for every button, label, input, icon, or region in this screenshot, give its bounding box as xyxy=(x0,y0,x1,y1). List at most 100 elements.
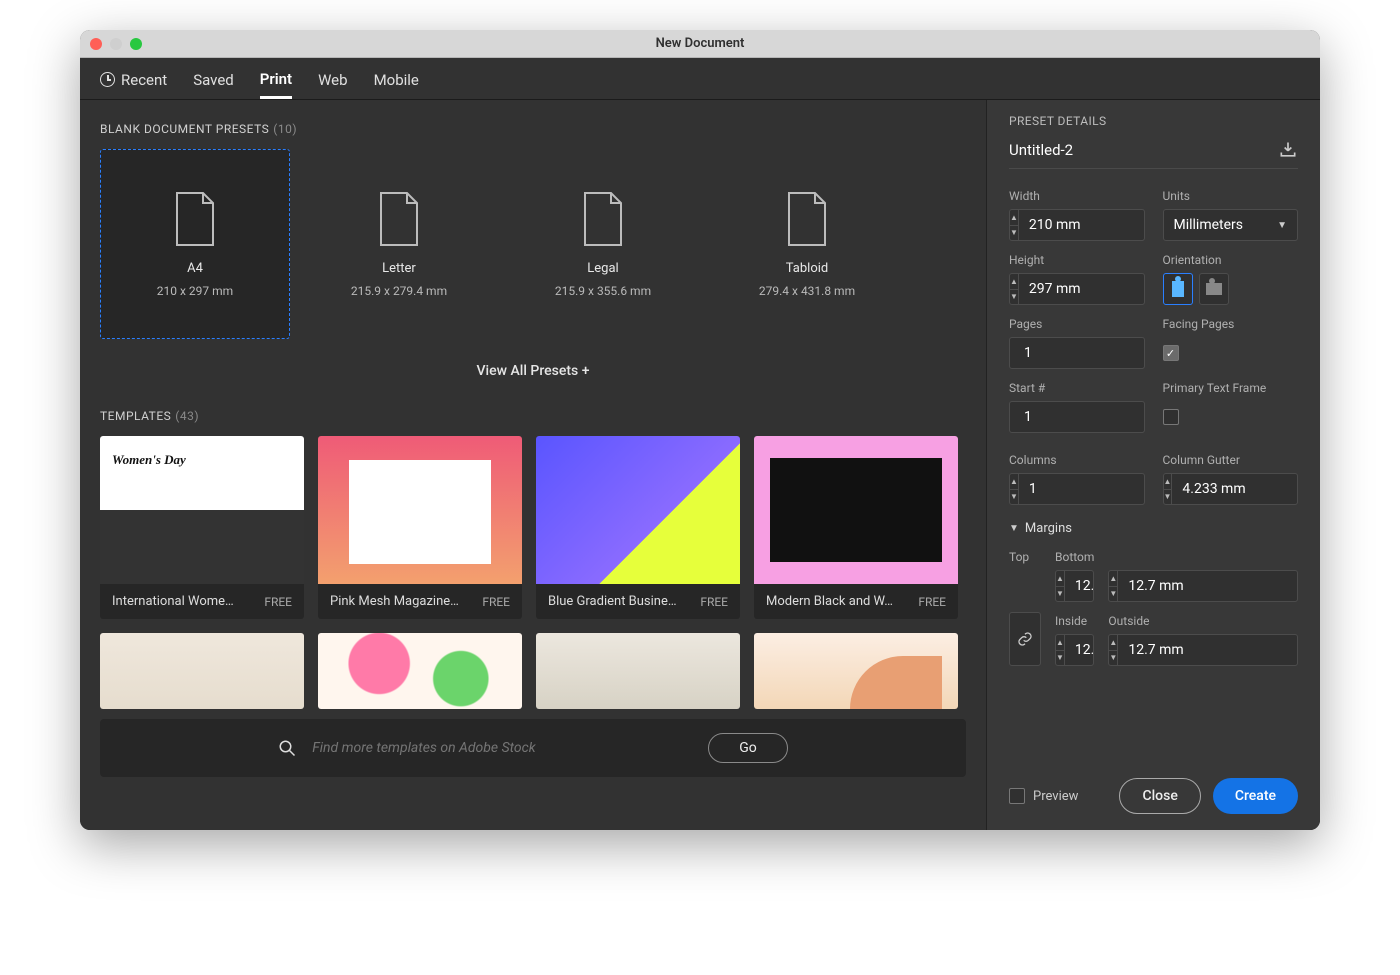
gutter-input[interactable] xyxy=(1172,474,1298,504)
step-down-icon[interactable]: ▼ xyxy=(1010,490,1018,505)
margin-inside-input[interactable] xyxy=(1065,635,1095,665)
step-up-icon[interactable]: ▲ xyxy=(1056,635,1064,651)
template-card[interactable]: Pink Mesh Magazine… FREE xyxy=(318,436,522,619)
link-margins-button[interactable] xyxy=(1009,612,1041,666)
preset-a4[interactable]: A4 210 x 297 mm xyxy=(100,149,290,339)
preset-dim: 215.9 x 355.6 mm xyxy=(555,284,651,298)
tab-web[interactable]: Web xyxy=(318,71,347,99)
margin-bottom-input[interactable] xyxy=(1118,571,1298,601)
preset-legal[interactable]: Legal 215.9 x 355.6 mm xyxy=(508,149,698,339)
margin-outside-field[interactable]: ▲▼ xyxy=(1108,634,1298,666)
step-down-icon[interactable]: ▼ xyxy=(1010,226,1018,241)
presets-row: A4 210 x 297 mm Letter 215.9 x 279.4 mm … xyxy=(100,149,966,339)
presets-header: BLANK DOCUMENT PRESETS (10) xyxy=(100,118,966,137)
preset-letter[interactable]: Letter 215.9 x 279.4 mm xyxy=(304,149,494,339)
width-input[interactable] xyxy=(1019,210,1145,240)
go-button[interactable]: Go xyxy=(708,733,788,763)
template-card[interactable] xyxy=(100,633,304,709)
primary-text-frame-checkbox[interactable] xyxy=(1163,409,1179,425)
margin-inside-field[interactable]: ▲▼ xyxy=(1055,634,1094,666)
step-up-icon[interactable]: ▲ xyxy=(1109,635,1117,651)
margin-top-input[interactable] xyxy=(1065,571,1095,601)
width-field[interactable]: ▲▼ xyxy=(1009,209,1145,241)
margin-top-field[interactable]: ▲▼ xyxy=(1055,570,1094,602)
units-select[interactable]: Millimeters▼ xyxy=(1163,209,1299,241)
template-card[interactable] xyxy=(318,633,522,709)
tab-print[interactable]: Print xyxy=(260,70,292,99)
step-down-icon[interactable]: ▼ xyxy=(1164,490,1172,505)
height-input[interactable] xyxy=(1019,274,1145,304)
step-up-icon[interactable]: ▲ xyxy=(1109,571,1117,587)
template-thumb xyxy=(536,633,740,709)
margins-label: Margins xyxy=(1025,521,1072,536)
pages-input[interactable] xyxy=(1010,338,1145,368)
preset-dim: 215.9 x 279.4 mm xyxy=(351,284,447,298)
template-card[interactable]: Modern Black and W…FREE xyxy=(754,436,958,619)
step-up-icon[interactable]: ▲ xyxy=(1056,571,1064,587)
step-down-icon[interactable]: ▼ xyxy=(1109,587,1117,602)
portrait-icon xyxy=(1172,281,1184,297)
template-thumb xyxy=(754,633,958,709)
template-card[interactable] xyxy=(754,633,958,709)
clock-icon xyxy=(100,72,115,87)
margin-bottom-field[interactable]: ▲▼ xyxy=(1108,570,1298,602)
step-down-icon[interactable]: ▼ xyxy=(1109,651,1117,666)
ptf-label: Primary Text Frame xyxy=(1163,381,1299,395)
page-icon xyxy=(581,191,625,247)
template-thumb xyxy=(318,633,522,709)
save-preset-icon[interactable] xyxy=(1278,140,1298,160)
start-label: Start # xyxy=(1009,381,1145,395)
units-label: Units xyxy=(1163,189,1299,203)
orientation-portrait[interactable] xyxy=(1163,273,1193,305)
step-up-icon[interactable]: ▲ xyxy=(1010,274,1018,290)
template-card[interactable]: International Wome…FREE xyxy=(100,436,304,619)
columns-input[interactable] xyxy=(1019,474,1145,504)
step-up-icon[interactable]: ▲ xyxy=(1010,474,1018,490)
preset-dim: 279.4 x 431.8 mm xyxy=(759,284,855,298)
close-button[interactable]: Close xyxy=(1119,778,1200,814)
templates-header: TEMPLATES (43) xyxy=(100,405,966,424)
template-badge: FREE xyxy=(482,595,510,609)
gutter-field[interactable]: ▲▼ xyxy=(1163,473,1299,505)
facing-pages-checkbox[interactable] xyxy=(1163,345,1179,361)
preview-checkbox[interactable] xyxy=(1009,788,1025,804)
preset-details-panel: PRESET DETAILS Width Units ▲▼ Millimeter… xyxy=(986,100,1320,830)
start-field[interactable] xyxy=(1009,401,1145,433)
margin-inside-label: Inside xyxy=(1055,614,1094,628)
margins-toggle[interactable]: ▼ Margins xyxy=(1009,521,1298,536)
start-input[interactable] xyxy=(1010,402,1145,432)
view-all-presets[interactable]: View All Presets + xyxy=(100,363,966,379)
page-icon xyxy=(785,191,829,247)
margin-outside-input[interactable] xyxy=(1118,635,1298,665)
stock-search-input[interactable] xyxy=(312,740,612,756)
tab-recent-label: Recent xyxy=(121,71,167,89)
step-down-icon[interactable]: ▼ xyxy=(1056,651,1064,666)
pages-field[interactable] xyxy=(1009,337,1145,369)
orientation-landscape[interactable] xyxy=(1199,273,1229,305)
template-name: Pink Mesh Magazine… xyxy=(330,594,459,609)
tab-recent[interactable]: Recent xyxy=(100,71,167,99)
step-up-icon[interactable]: ▲ xyxy=(1164,474,1172,490)
template-badge: FREE xyxy=(700,595,728,609)
template-card[interactable] xyxy=(536,633,740,709)
preset-dim: 210 x 297 mm xyxy=(157,284,233,298)
tab-saved[interactable]: Saved xyxy=(193,71,234,99)
landscape-icon xyxy=(1206,283,1222,295)
tab-mobile[interactable]: Mobile xyxy=(374,71,419,99)
document-name-input[interactable] xyxy=(1009,141,1209,159)
step-up-icon[interactable]: ▲ xyxy=(1010,210,1018,226)
margin-outside-label: Outside xyxy=(1108,614,1298,628)
margin-bottom-label: Bottom xyxy=(1055,550,1094,564)
page-icon xyxy=(377,191,421,247)
preset-tabloid[interactable]: Tabloid 279.4 x 431.8 mm xyxy=(712,149,902,339)
template-card[interactable]: Blue Gradient Busine…FREE xyxy=(536,436,740,619)
step-down-icon[interactable]: ▼ xyxy=(1056,587,1064,602)
page-icon xyxy=(173,191,217,247)
create-button[interactable]: Create xyxy=(1213,778,1298,814)
columns-field[interactable]: ▲▼ xyxy=(1009,473,1145,505)
gutter-label: Column Gutter xyxy=(1163,453,1299,467)
height-field[interactable]: ▲▼ xyxy=(1009,273,1145,305)
stock-search-bar: Go xyxy=(100,719,966,777)
step-down-icon[interactable]: ▼ xyxy=(1010,290,1018,305)
left-panel[interactable]: BLANK DOCUMENT PRESETS (10) A4 210 x 297… xyxy=(80,100,986,830)
